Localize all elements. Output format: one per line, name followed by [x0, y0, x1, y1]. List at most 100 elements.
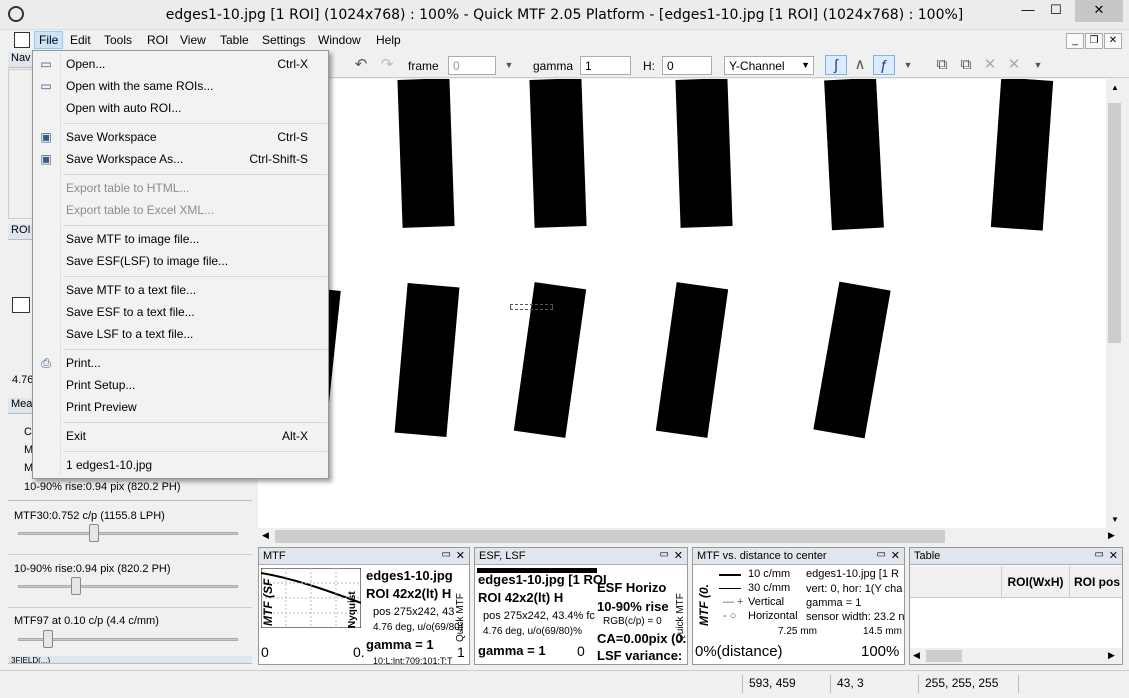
maximize-icon[interactable]: ▭: [1095, 549, 1104, 560]
menu-item-shortcut: Ctrl-Shift-S: [249, 152, 308, 166]
mtf30-slider[interactable]: [18, 532, 238, 535]
menu-item-label: Exit: [66, 429, 87, 443]
menu-item-save-workspace-as[interactable]: ▣ Save Workspace As... Ctrl-Shift-S: [33, 148, 328, 170]
close-icon[interactable]: ✕: [1109, 549, 1118, 562]
horizontal-scroll-thumb[interactable]: [275, 530, 945, 543]
scroll-right-icon[interactable]: ▶: [1108, 530, 1115, 541]
scroll-left-icon[interactable]: ◀: [262, 530, 269, 541]
copy-roi-icon[interactable]: ⧉: [931, 55, 953, 75]
close-icon[interactable]: ✕: [674, 549, 683, 562]
menu-item-save-lsf-text[interactable]: Save LSF to a text file...: [33, 323, 328, 345]
frame-input[interactable]: [448, 56, 496, 75]
mdi-minimize-button[interactable]: _: [1066, 33, 1084, 49]
close-icon[interactable]: ✕: [891, 549, 900, 562]
divider: [8, 607, 252, 608]
menu-help[interactable]: Help: [376, 33, 401, 47]
close-icon[interactable]: ✕: [456, 549, 465, 562]
roi-selection[interactable]: [510, 304, 553, 310]
menu-item-open-auto-roi[interactable]: Open with auto ROI...: [33, 97, 328, 119]
status-extra: [1018, 675, 1068, 693]
menu-item-exit[interactable]: Exit Alt-X: [33, 425, 328, 447]
menu-item-open[interactable]: ▭ Open... Ctrl-X: [33, 53, 328, 75]
mdi-restore-button[interactable]: ❐: [1085, 33, 1103, 49]
rise-slider-thumb[interactable]: [70, 577, 81, 595]
mtf-file: edges1-10.jpg: [366, 568, 453, 583]
maximize-button[interactable]: ☐: [1042, 0, 1070, 22]
menu-item-label: Export table to Excel XML...: [66, 203, 215, 217]
menu-roi[interactable]: ROI: [147, 33, 168, 47]
scroll-up-icon[interactable]: ▲: [1111, 83, 1119, 92]
table-scroll-thumb[interactable]: [926, 650, 962, 662]
menu-item-export-excel[interactable]: Export table to Excel XML...: [33, 199, 328, 221]
channel-select[interactable]: Y-Channel ▼: [724, 56, 814, 75]
minimize-button[interactable]: —: [1014, 0, 1042, 22]
menu-item-print[interactable]: ⎙ Print...: [33, 352, 328, 374]
bottom-panel-header: 3FIELD(...): [8, 656, 252, 664]
table-col-header[interactable]: ROI(WxH): [1002, 566, 1070, 598]
menu-table[interactable]: Table: [220, 33, 249, 47]
mtf30-slider-thumb[interactable]: [89, 524, 100, 542]
edge-response-icon[interactable]: ʃ: [825, 55, 847, 75]
frame-dropdown-icon[interactable]: ▼: [502, 55, 516, 75]
scroll-right-icon[interactable]: ▶: [1108, 650, 1115, 661]
save-disk-icon: ▣: [40, 130, 52, 144]
legend-horizontal: Horizontal: [748, 610, 798, 622]
redo-icon[interactable]: ↷: [376, 55, 398, 75]
rise-slider[interactable]: [18, 585, 238, 588]
clear-roi-icon[interactable]: ✕: [1003, 55, 1025, 75]
menu-item-print-preview[interactable]: Print Preview: [33, 396, 328, 418]
menu-settings[interactable]: Settings: [262, 33, 305, 47]
undo-icon[interactable]: ↶: [350, 55, 372, 75]
scroll-down-icon[interactable]: ▼: [1111, 515, 1119, 524]
menu-item-save-mtf-image[interactable]: Save MTF to image file...: [33, 228, 328, 250]
maximize-icon[interactable]: ▭: [442, 549, 451, 560]
menu-item-open-same-rois[interactable]: ▭ Open with the same ROIs...: [33, 75, 328, 97]
mtf-plot: [261, 568, 361, 628]
mtf-pos: pos 275x242, 43: [373, 606, 455, 618]
menu-item-export-html[interactable]: Export table to HTML...: [33, 177, 328, 199]
menu-item-print-setup[interactable]: Print Setup...: [33, 374, 328, 396]
menu-item-label: Print Preview: [66, 400, 137, 414]
table-col-header[interactable]: ROI pos: [1070, 566, 1122, 598]
close-button[interactable]: ✕: [1075, 0, 1123, 22]
menu-separator: [63, 123, 327, 124]
gamma-input[interactable]: [580, 56, 631, 75]
document-icon[interactable]: [14, 32, 30, 48]
menu-view[interactable]: View: [180, 33, 206, 47]
menu-item-shortcut: Ctrl-S: [277, 130, 308, 144]
image-canvas[interactable]: [258, 79, 1106, 528]
scroll-left-icon[interactable]: ◀: [913, 650, 920, 661]
menu-edit[interactable]: Edit: [70, 33, 91, 47]
lsf-peak-icon[interactable]: ∧: [849, 55, 871, 75]
mdi-close-button[interactable]: ✕: [1104, 33, 1122, 49]
esf-angle: 4.76 deg, u/o(69/80)%: [483, 626, 582, 637]
esf-curve-icon[interactable]: ƒ: [873, 55, 895, 75]
menu-item-label: Open...: [66, 57, 106, 71]
h-label: H:: [643, 59, 655, 73]
mtf-panel-title: MTF: [263, 550, 286, 562]
menu-item-save-esf-image[interactable]: Save ESF(LSF) to image file...: [33, 250, 328, 272]
vertical-scroll-thumb[interactable]: [1108, 103, 1121, 343]
menu-item-save-mtf-text[interactable]: Save MTF to a text file...: [33, 279, 328, 301]
maximize-icon[interactable]: ▭: [660, 549, 669, 560]
esf-gamma: gamma = 1: [478, 643, 546, 658]
esf-file: edges1-10.jpg [1 ROI: [478, 572, 607, 587]
mtf97-slider-thumb[interactable]: [43, 630, 54, 648]
menu-tools[interactable]: Tools: [104, 33, 132, 47]
roi-dropdown-icon[interactable]: ▼: [1031, 55, 1045, 75]
paste-roi-icon[interactable]: ⧉: [955, 55, 977, 75]
delete-roi-icon[interactable]: ✕: [979, 55, 1001, 75]
h-input[interactable]: [662, 56, 712, 75]
menu-item-save-workspace[interactable]: ▣ Save Workspace Ctrl-S: [33, 126, 328, 148]
menu-file[interactable]: File: [34, 31, 64, 49]
toolbar-dropdown-icon[interactable]: ▼: [901, 55, 915, 75]
toolbar: ↶ ↷ frame ▼ gamma H: Y-Channel▼ ʃ ∧ ƒ ▼ …: [258, 52, 1129, 78]
maximize-icon[interactable]: ▭: [877, 549, 886, 560]
menu-item-save-esf-text[interactable]: Save ESF to a text file...: [33, 301, 328, 323]
table-hscrollbar[interactable]: ◀ ▶: [910, 648, 1122, 664]
menu-item-recent-file[interactable]: 1 edges1-10.jpg: [33, 454, 328, 476]
file-menu: ▭ Open... Ctrl-X ▭ Open with the same ROIs.…: [32, 50, 329, 479]
menu-window[interactable]: Window: [318, 33, 361, 47]
horizontal-scrollbar[interactable]: ◀ ▶: [258, 528, 1123, 545]
vertical-scrollbar[interactable]: ▲ ▼: [1106, 79, 1123, 528]
